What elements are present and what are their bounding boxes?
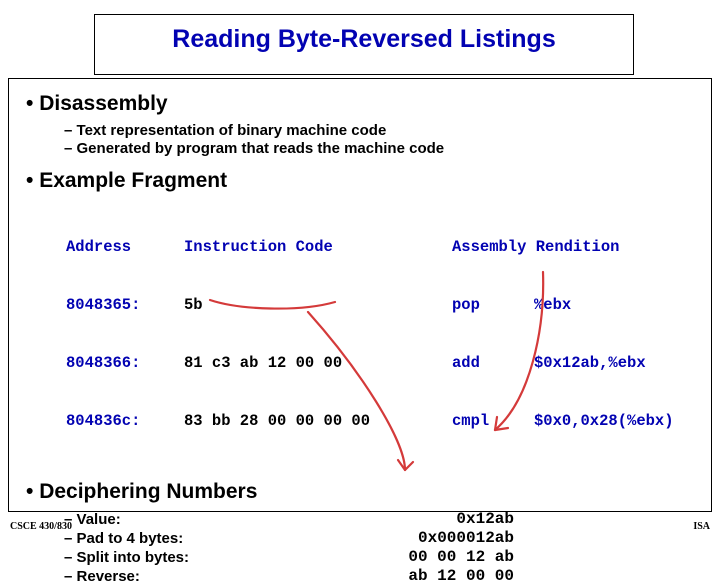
disassembly-point-1: Generated by program that reads the mach… — [64, 140, 700, 157]
code-0: 5b — [184, 296, 452, 315]
asm-0: pop%ebx — [452, 296, 571, 315]
addr-0: 8048365: — [66, 296, 184, 315]
decipher-val-3: ab 12 00 00 — [294, 567, 514, 586]
footer-left: CSCE 430/830 — [10, 521, 72, 532]
code-table: Address Instruction Code Assembly Rendit… — [66, 199, 700, 470]
disassembly-point-0: Text representation of binary machine co… — [64, 122, 700, 139]
oper-0: %ebx — [534, 296, 571, 315]
decipher-label-3: Reverse: — [64, 568, 294, 585]
title-box: Reading Byte-Reversed Listings — [94, 14, 634, 75]
content-area: Disassembly Text representation of binar… — [26, 88, 700, 586]
heading-example: Example Fragment — [26, 169, 700, 193]
code-row-2: 804836c: 83 bb 28 00 00 00 00 cmpl$0x0,0… — [66, 412, 700, 431]
decipher-label-0: Value: — [64, 511, 294, 528]
col-header-asm: Assembly Rendition — [452, 238, 619, 257]
decipher-row-2: Split into bytes: 00 00 12 ab — [26, 548, 700, 567]
addr-2: 804836c: — [66, 412, 184, 431]
decipher-row-1: Pad to 4 bytes: 0x000012ab — [26, 529, 700, 548]
code-header-row: Address Instruction Code Assembly Rendit… — [66, 238, 700, 257]
decipher-val-1: 0x000012ab — [294, 529, 514, 548]
oper-2: $0x0,0x28(%ebx) — [534, 412, 674, 431]
asm-1: add$0x12ab,%ebx — [452, 354, 646, 373]
footer-right: ISA — [693, 521, 710, 532]
code-row-1: 8048366: 81 c3 ab 12 00 00 add$0x12ab,%e… — [66, 354, 700, 373]
decipher-label-1: Pad to 4 bytes: — [64, 530, 294, 547]
addr-1: 8048366: — [66, 354, 184, 373]
heading-disassembly: Disassembly — [26, 92, 700, 116]
oper-1: $0x12ab,%ebx — [534, 354, 646, 373]
slide-title: Reading Byte-Reversed Listings — [107, 25, 621, 54]
decipher-val-2: 00 00 12 ab — [294, 548, 514, 567]
decipher-row-0: Value: 0x12ab — [26, 510, 700, 529]
decipher-val-0: 0x12ab — [294, 510, 514, 529]
code-2: 83 bb 28 00 00 00 00 — [184, 412, 452, 431]
heading-decipher: Deciphering Numbers — [26, 480, 700, 504]
decipher-row-3: Reverse: ab 12 00 00 — [26, 567, 700, 586]
decipher-label-2: Split into bytes: — [64, 549, 294, 566]
mnem-0: pop — [452, 296, 534, 315]
col-header-address: Address — [66, 238, 184, 257]
col-header-code: Instruction Code — [184, 238, 452, 257]
asm-2: cmpl$0x0,0x28(%ebx) — [452, 412, 674, 431]
decipher-block: Value: 0x12ab Pad to 4 bytes: 0x000012ab… — [26, 510, 700, 586]
code-1: 81 c3 ab 12 00 00 — [184, 354, 452, 373]
mnem-2: cmpl — [452, 412, 534, 431]
code-row-0: 8048365: 5b pop%ebx — [66, 296, 700, 315]
mnem-1: add — [452, 354, 534, 373]
